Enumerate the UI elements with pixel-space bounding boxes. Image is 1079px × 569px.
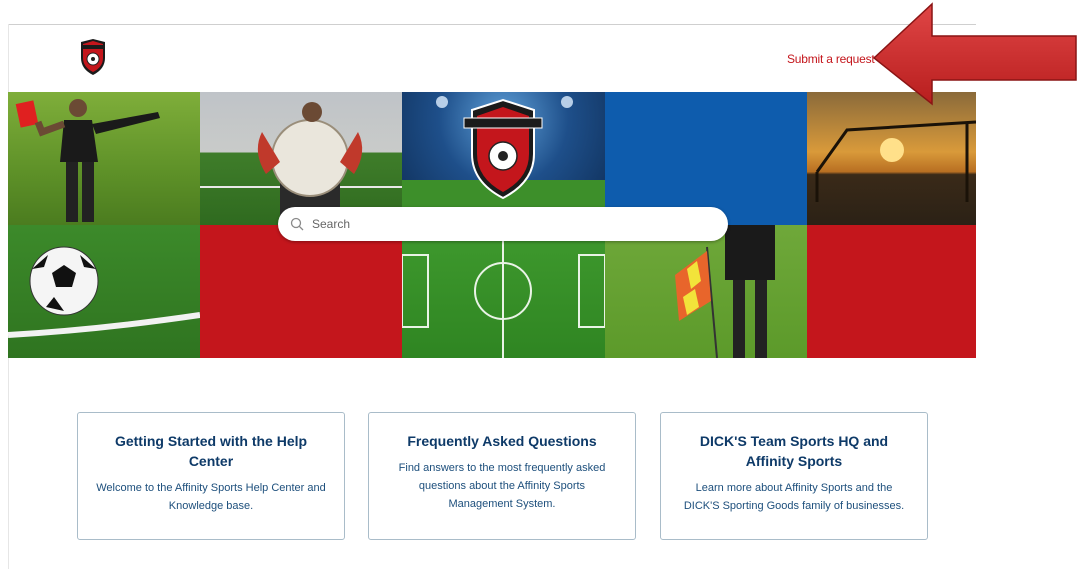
card-title: DICK'S Team Sports HQ and Affinity Sport…: [699, 433, 889, 469]
top-divider: [8, 24, 976, 25]
red-panel-right: [807, 225, 976, 358]
red-arrow-icon: [872, 2, 1077, 106]
referee-red-card-photo: [8, 92, 200, 225]
card-description: Learn more about Affinity Sports and the…: [683, 482, 905, 512]
site-logo[interactable]: [77, 38, 109, 76]
card-getting-started[interactable]: Getting Started with the Help Center Wel…: [77, 412, 345, 540]
blue-panel: [605, 92, 807, 225]
annotation-arrow: [872, 2, 1079, 106]
soccer-ball-corner-photo: [8, 225, 200, 358]
card-description: Find answers to the most frequently aske…: [398, 462, 606, 510]
card-title: Getting Started with the Help Center: [114, 433, 308, 469]
soccer-shield-logo-icon: [81, 39, 105, 75]
linesman-flag-photo: [605, 225, 807, 358]
submit-request-link[interactable]: Submit a request: [787, 52, 875, 66]
card-title: Frequently Asked Questions: [407, 433, 597, 449]
card-description: Welcome to the Affinity Sports Help Cent…: [96, 482, 326, 512]
search-input[interactable]: [310, 216, 694, 232]
soccer-field-photo: [402, 225, 605, 358]
card-faq[interactable]: Frequently Asked Questions Find answers …: [368, 412, 636, 540]
goalkeeper-photo: [200, 92, 402, 225]
search-icon: [290, 217, 304, 231]
sunset-goal-photo: [807, 92, 976, 225]
massachusetts-youth-soccer-crest-photo: [402, 92, 605, 225]
card-dicks-team-sports[interactable]: DICK'S Team Sports HQ and Affinity Sport…: [660, 412, 928, 540]
red-panel-left: [200, 225, 402, 358]
search-bar[interactable]: [278, 207, 728, 241]
